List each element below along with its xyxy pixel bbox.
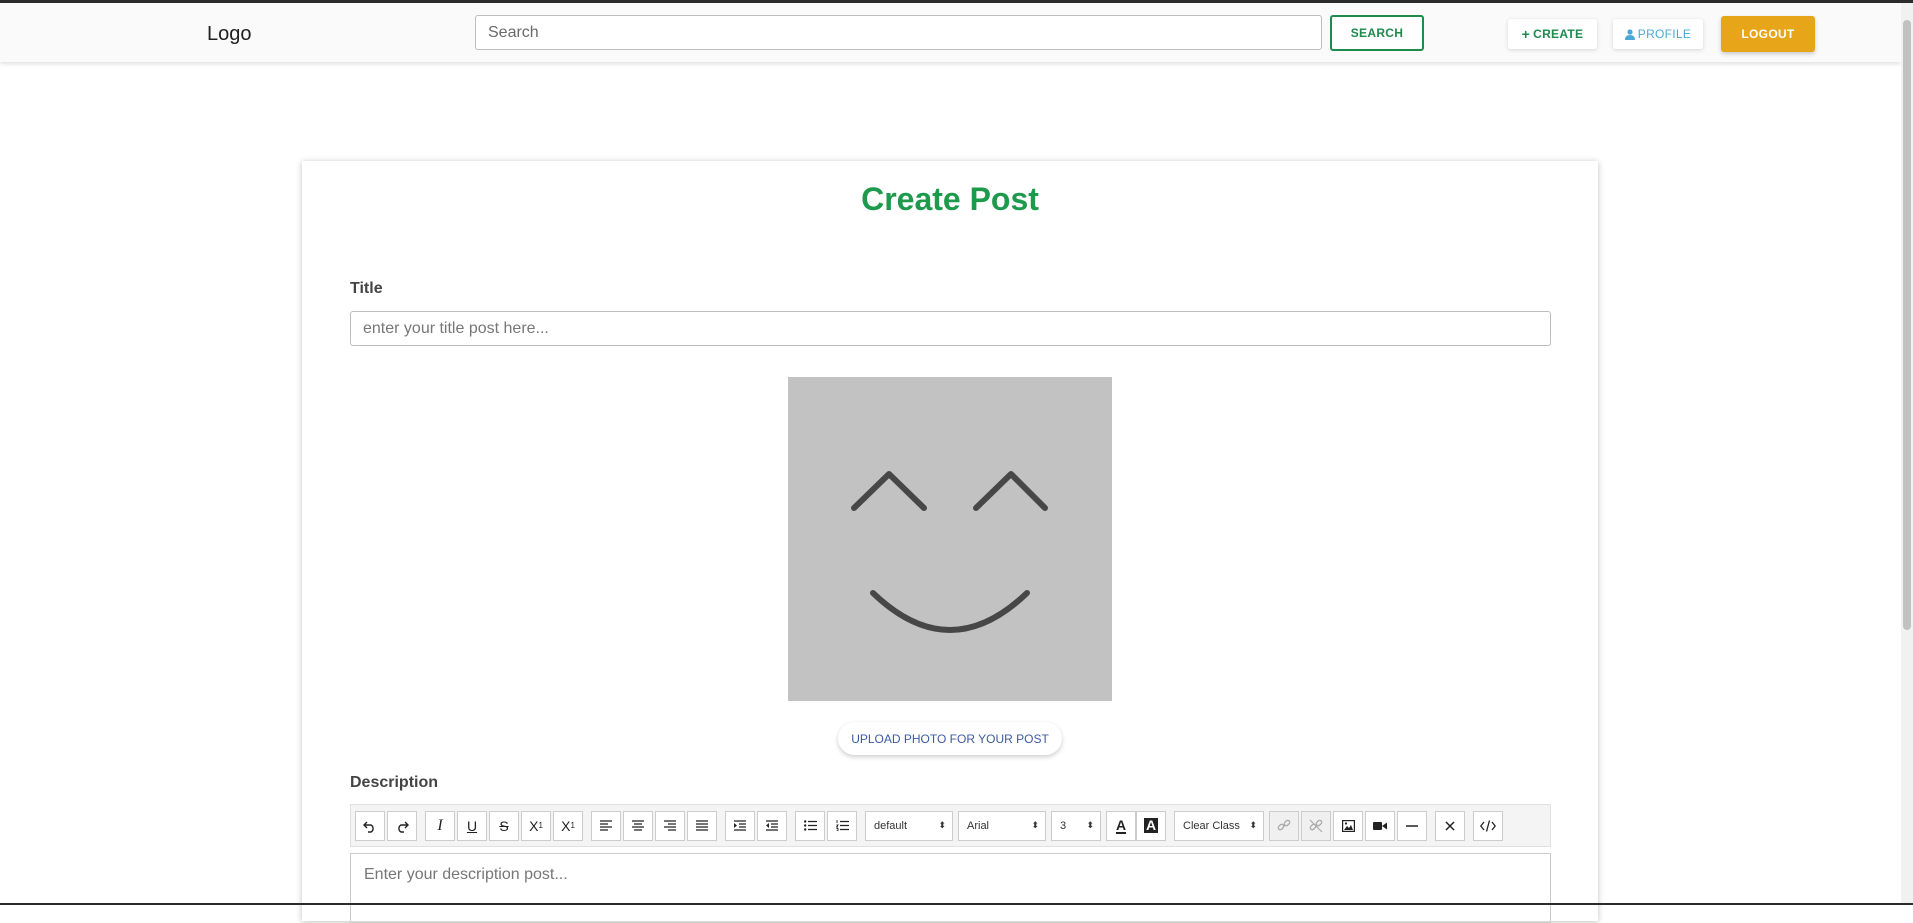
clear-class-select[interactable]: Clear Class ⬍ — [1174, 810, 1264, 841]
image-icon[interactable] — [1333, 810, 1363, 841]
outdent-icon[interactable] — [757, 810, 787, 841]
video-icon[interactable] — [1365, 810, 1395, 841]
chevron-updown-icon: ⬍ — [1086, 820, 1094, 830]
bullet-list-icon[interactable] — [795, 810, 825, 841]
underline-icon[interactable]: U — [457, 810, 487, 841]
clear-class-value: Clear Class — [1183, 819, 1240, 832]
search-button[interactable]: SEARCH — [1330, 15, 1424, 51]
navbar: Logo SEARCH + CREATE PROFILE LOGOUT — [0, 3, 1901, 62]
font-size-value: 3 — [1060, 819, 1067, 832]
italic-icon[interactable]: I — [425, 810, 455, 841]
title-label: Title — [350, 280, 383, 297]
chevron-updown-icon: ⬍ — [1249, 820, 1257, 830]
block-style-select[interactable]: default ⬍ — [865, 810, 953, 841]
create-post-card: Create Post Title UPLOAD PHOTO FOR YOUR … — [302, 161, 1598, 923]
logo[interactable]: Logo — [207, 23, 252, 46]
align-center-icon[interactable] — [623, 810, 653, 841]
indent-icon[interactable] — [725, 810, 755, 841]
profile-button[interactable]: PROFILE — [1613, 19, 1703, 49]
font-family-select[interactable]: Arial ⬍ — [958, 810, 1046, 841]
align-left-icon[interactable] — [591, 810, 621, 841]
unlink-icon[interactable] — [1301, 810, 1331, 841]
post-photo-preview — [788, 377, 1112, 701]
font-size-select[interactable]: 3 ⬍ — [1051, 810, 1101, 841]
background-color-icon[interactable]: A — [1136, 810, 1166, 841]
smiley-placeholder-icon — [851, 471, 1048, 633]
text-color-icon[interactable]: A — [1106, 810, 1136, 841]
link-icon[interactable] — [1269, 810, 1299, 841]
user-icon — [1624, 28, 1635, 40]
superscript-icon[interactable]: X1 — [553, 810, 583, 841]
font-family-value: Arial — [967, 819, 990, 832]
create-button[interactable]: + CREATE — [1508, 19, 1597, 49]
profile-button-label: PROFILE — [1637, 27, 1692, 41]
undo-icon[interactable] — [355, 810, 385, 841]
code-view-icon[interactable] — [1473, 810, 1503, 841]
redo-icon[interactable] — [387, 810, 417, 841]
remove-format-icon[interactable] — [1435, 810, 1465, 841]
search-input[interactable] — [475, 15, 1322, 50]
horizontal-rule-icon[interactable] — [1397, 810, 1427, 841]
description-label: Description — [350, 774, 439, 791]
editor-toolbar: I U S X1 X1 default ⬍ Arial ⬍ 3 ⬍ A A Cl… — [350, 804, 1551, 847]
block-style-value: default — [874, 819, 908, 832]
align-right-icon[interactable] — [655, 810, 685, 841]
numbered-list-icon[interactable] — [827, 810, 857, 841]
scrollbar-thumb[interactable] — [1903, 20, 1911, 630]
upload-photo-button[interactable]: UPLOAD PHOTO FOR YOUR POST — [838, 722, 1062, 755]
justify-icon[interactable] — [687, 810, 717, 841]
strikethrough-icon[interactable]: S — [489, 810, 519, 841]
chevron-updown-icon: ⬍ — [938, 820, 946, 830]
create-button-label: CREATE — [1533, 27, 1584, 41]
title-input[interactable] — [350, 311, 1551, 346]
plus-icon: + — [1521, 26, 1531, 42]
description-editor[interactable]: Enter your description post... — [350, 853, 1551, 923]
subscript-icon[interactable]: X1 — [521, 810, 551, 841]
logout-button[interactable]: LOGOUT — [1721, 16, 1815, 52]
page-title: Create Post — [861, 181, 1039, 217]
chevron-updown-icon: ⬍ — [1031, 820, 1039, 830]
